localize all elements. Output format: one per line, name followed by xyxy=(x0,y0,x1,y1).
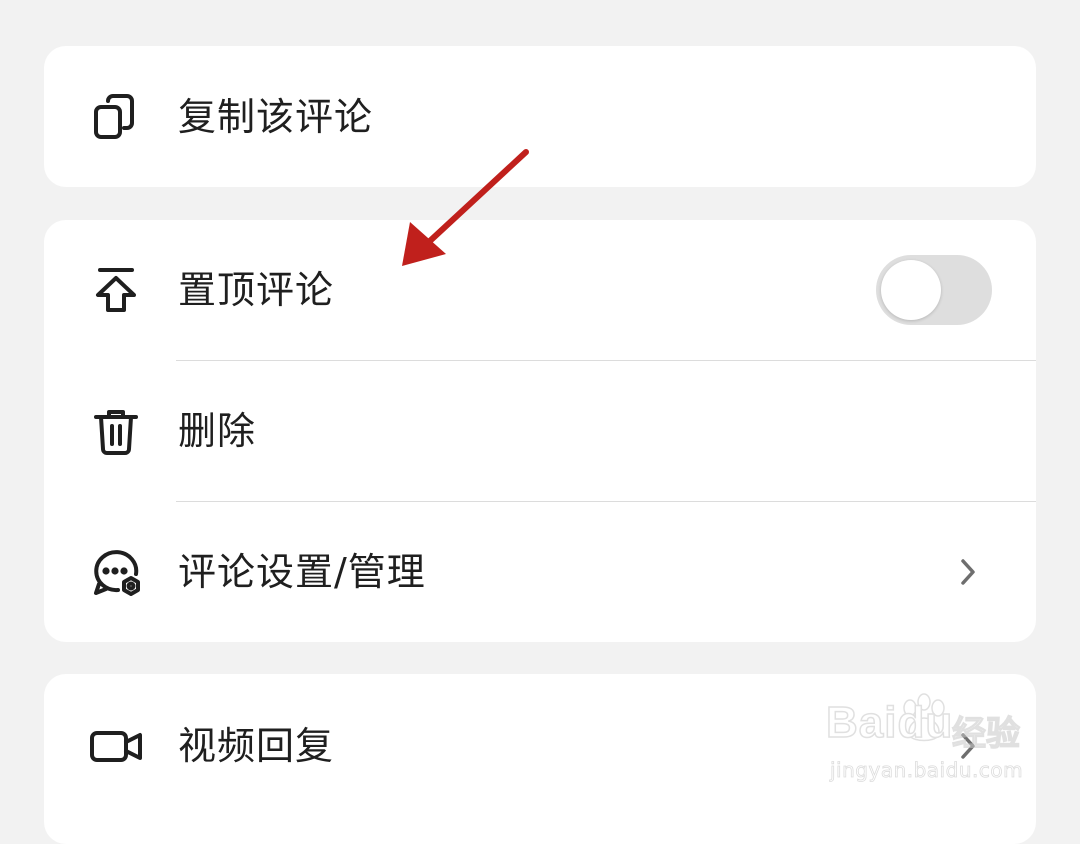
video-reply-item[interactable]: 视频回复 xyxy=(44,674,1036,817)
copy-card: 复制该评论 xyxy=(44,46,1036,187)
video-reply-label: 视频回复 xyxy=(178,723,335,768)
pin-comment-label: 置顶评论 xyxy=(178,268,335,312)
copy-comment-label: 复制该评论 xyxy=(178,94,374,139)
comment-settings-label: 评论设置/管理 xyxy=(178,550,426,594)
pin-top-icon xyxy=(88,262,144,318)
comment-settings-icon xyxy=(88,544,144,600)
delete-item[interactable]: 删除 xyxy=(44,361,1036,501)
pin-comment-item[interactable]: 置顶评论 xyxy=(44,220,1036,360)
delete-label: 删除 xyxy=(178,409,257,453)
trash-icon xyxy=(88,403,144,459)
toggle-knob xyxy=(881,260,941,320)
chevron-right-icon xyxy=(954,726,982,766)
copy-icon xyxy=(88,89,144,145)
pin-comment-toggle[interactable] xyxy=(876,255,992,325)
comment-actions-card: 置顶评论 删除 评论设置/管理 xyxy=(44,220,1036,642)
chevron-right-icon xyxy=(954,552,982,592)
video-reply-card: 视频回复 xyxy=(44,674,1036,844)
comment-settings-item[interactable]: 评论设置/管理 xyxy=(44,502,1036,642)
copy-comment-item[interactable]: 复制该评论 xyxy=(44,46,1036,187)
video-camera-icon xyxy=(88,718,144,774)
